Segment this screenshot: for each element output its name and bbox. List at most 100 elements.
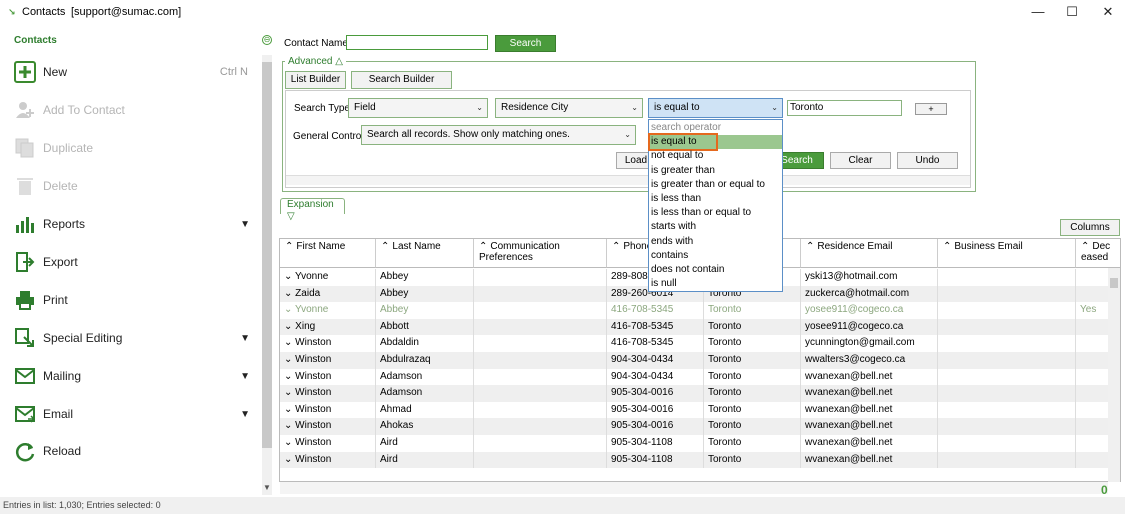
dropdown-option[interactable]: not equal to [650,149,782,163]
sidebar-item-print[interactable]: Print [14,288,254,312]
column-header[interactable]: ⌃ Business Email [938,239,1076,268]
cell-text: Toronto [708,320,742,332]
cell-email: wvanexan@bell.net [801,401,938,419]
sidebar-item-mailing[interactable]: Mailing ▼ [14,364,254,388]
cell-email: yosee911@cogeco.ca [801,302,938,319]
expand-row-icon[interactable]: ⌄ [284,321,295,332]
expand-row-icon[interactable]: ⌄ [284,271,295,282]
cell-city: Toronto [704,368,801,386]
criteria-input[interactable]: Toronto [787,100,902,116]
column-header-label: First Name [296,241,346,252]
column-header[interactable]: ⌃ First Name [280,239,376,268]
dropdown-option[interactable]: is less than [650,192,782,206]
table-row[interactable]: ⌄ Winston Aird 905-304-1108 Toronto wvanexan… [280,451,1110,469]
sidebar-item-delete[interactable]: Delete [14,174,254,198]
sidebar-item-export[interactable]: Export [14,250,254,274]
tab-list-builder[interactable]: List Builder [285,71,346,89]
cell-city: Toronto [704,451,801,469]
dropdown-option[interactable]: is less than or equal to [650,206,782,220]
dropdown-option[interactable]: starts with [650,220,782,234]
expansion-toggle[interactable]: Expansion ▽ [280,198,345,222]
expand-row-icon[interactable]: ⌄ [284,337,295,348]
cell-text: 416-708-5345 [611,320,674,332]
cell-text: Ahokas [380,420,414,432]
expand-row-icon[interactable]: ⌄ [284,304,295,315]
dropdown-option[interactable]: is null [650,277,782,291]
grid-vscrollbar[interactable] [1108,268,1120,482]
minimize-button[interactable]: — [1030,4,1046,20]
cell-text: Winston [295,453,332,465]
column-header[interactable]: ⌃ Residence Email [801,239,938,268]
bar-chart-icon [14,213,36,235]
contact-name-input[interactable] [346,35,488,50]
chevron-down-icon[interactable]: ▼ [240,333,250,344]
sidebar-item-add-to-contact[interactable]: Add To Contact [14,98,254,122]
table-row[interactable]: ⌄ Winston Adamson 905-304-0016 Toronto wvane… [280,385,1110,402]
maximize-button[interactable]: ☐ [1064,4,1080,20]
chevron-down-icon[interactable]: ▼ [240,371,250,382]
grid-hscrollbar[interactable] [280,482,1108,494]
sidebar-item-reports[interactable]: Reports ▼ [14,212,254,236]
column-header[interactable]: ⌃ Communication Preferences [474,239,607,268]
dropdown-option[interactable]: is equal to [648,133,718,152]
cell-email: wvanexan@bell.net [801,451,938,469]
expand-row-icon[interactable]: ⌄ [284,387,295,398]
cell-text: wvanexan@bell.net [805,370,893,382]
chevron-down-icon[interactable]: ▼ [240,409,250,420]
dropdown-option[interactable]: is greater than or equal to [650,178,782,192]
cell-text: Zaida [295,287,321,299]
clear-button[interactable]: Clear [830,152,891,169]
dropdown-option[interactable]: contains [650,249,782,263]
search-button[interactable]: Search [495,35,556,52]
dropdown-option[interactable]: does not contain [650,263,782,277]
expand-row-icon[interactable]: ⌄ [284,404,295,415]
table-row[interactable]: ⌄ Winston Abdulrazaq 904-304-0434 Toronto ww… [280,352,1110,369]
sidebar-item-special-editing[interactable]: Special Editing ▼ [14,326,254,350]
cell-city: Toronto [704,435,801,452]
column-header[interactable]: ⌃ Last Name [376,239,474,268]
search-type-select[interactable]: Field ⌄ [348,98,488,118]
sidebar-item-new[interactable]: New Ctrl N [14,60,254,84]
chevron-down-icon[interactable]: ▼ [240,219,250,230]
mail-icon [14,365,36,387]
undo-button[interactable]: Undo [897,152,958,169]
operator-select[interactable]: is equal to ⌄ [648,98,783,118]
sidebar-scrollbar-thumb[interactable] [262,62,272,448]
expand-row-icon[interactable]: ⌄ [284,454,295,465]
collapse-icon[interactable]: ⊖ [262,35,272,45]
table-row[interactable]: ⌄ Winston Adamson 904-304-0434 Toronto wvane… [280,368,1110,386]
general-control-select[interactable]: Search all records. Show only matching o… [361,125,636,145]
sidebar-item-label: Print [43,293,68,307]
table-row[interactable]: ⌄ Winston Ahokas 905-304-0016 Toronto wvanex… [280,418,1110,435]
expand-row-icon[interactable]: ⌄ [284,371,295,382]
table-row[interactable]: ⌄ Yvonne Abbey 416-708-5345 Toronto yosee911… [280,302,1110,319]
cell-text: Ahmad [380,403,412,415]
field-select[interactable]: Residence City ⌄ [495,98,643,118]
table-row[interactable]: ⌄ Xing Abbott 416-708-5345 Toronto yosee911@… [280,318,1110,336]
sidebar-item-duplicate[interactable]: Duplicate [14,136,254,160]
sidebar-item-label: Reload [43,444,82,458]
sidebar-item-label: Export [43,255,78,269]
advanced-toggle[interactable]: Advanced △ [285,56,346,67]
expand-row-icon[interactable]: ⌄ [284,437,295,448]
dropdown-option[interactable]: ends with [650,235,782,249]
columns-button[interactable]: Columns [1060,219,1120,236]
table-row[interactable]: ⌄ Winston Abdaldin 416-708-5345 Toronto ycun… [280,335,1110,352]
sidebar-item-email[interactable]: Email ▼ [14,402,254,426]
column-header[interactable]: ⌃ Dec eased [1076,239,1120,268]
tab-search-builder[interactable]: Search Builder [351,71,452,89]
grid-vscrollbar-thumb[interactable] [1110,278,1118,288]
dropdown-option[interactable]: is greater than [650,164,782,178]
add-criteria-button[interactable]: + [915,103,947,115]
scroll-down-icon[interactable]: ▼ [262,483,272,493]
table-row[interactable]: ⌄ Winston Ahmad 905-304-0016 Toronto wvanexa… [280,401,1110,419]
builder-hscrollbar[interactable] [286,175,970,185]
expand-row-icon[interactable]: ⌄ [284,420,295,431]
close-button[interactable]: ✕ [1100,4,1116,20]
expand-row-icon[interactable]: ⌄ [284,354,295,365]
expand-row-icon[interactable]: ⌄ [284,288,295,299]
cell-city: Toronto [704,385,801,402]
table-row[interactable]: ⌄ Winston Aird 905-304-1108 Toronto wvanexan… [280,435,1110,452]
cell-text: Toronto [708,337,742,349]
sidebar-item-reload[interactable]: Reload [14,439,254,463]
